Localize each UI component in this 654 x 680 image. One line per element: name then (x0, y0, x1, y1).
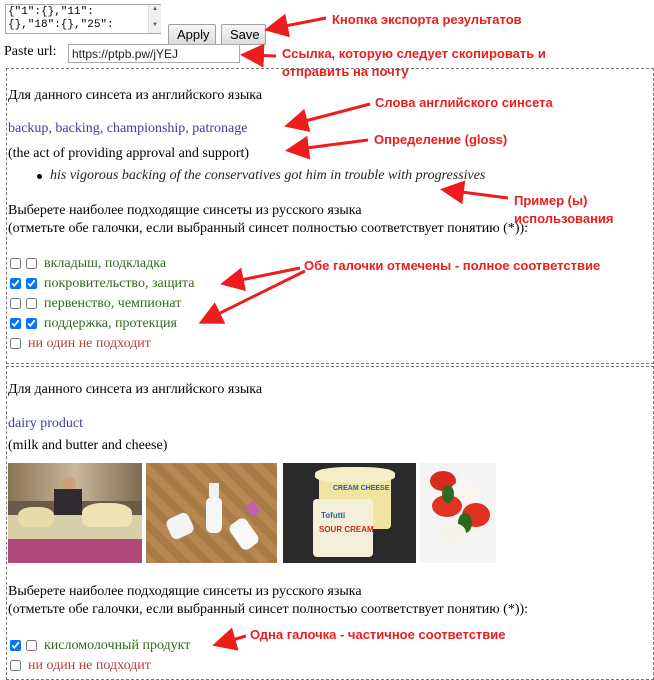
option4-check-partial[interactable] (10, 318, 21, 329)
paste-url-input[interactable] (68, 44, 240, 63)
synset1-example: his vigorous backing of the conservative… (50, 168, 486, 183)
synset2-option-1[interactable]: кисломолочный продукт (44, 638, 190, 654)
synset2-none-fits-check[interactable] (10, 660, 21, 671)
annotation-one-check: Одна галочка - частичное соответствие (250, 627, 506, 642)
synset1-intro: Для данного синсета из английского языка (8, 88, 263, 103)
save-button[interactable]: Save (221, 24, 266, 45)
photo-tofutti-containers[interactable]: CREAM CHEESE Tofutti SOUR CREAM (283, 463, 416, 563)
example-bullet (37, 174, 42, 179)
synset1-english-words: backup, backing, championship, patronage (8, 121, 248, 136)
synset1-option-2[interactable]: покровительство, защита (44, 276, 194, 292)
synset1-choose-line2: (отметьте обе галочки, если выбранный си… (8, 221, 529, 236)
annotation-export-button: Кнопка экспорта результатов (332, 12, 522, 27)
option2-check-full[interactable] (26, 278, 37, 289)
arrow-to-url (240, 43, 277, 68)
synset1-option-1[interactable]: вкладыш, подкладка (44, 256, 166, 272)
synset2-option1-check-partial[interactable] (10, 640, 21, 651)
annotation-example-line2: использования (514, 211, 614, 226)
synset1-gloss: (the act of providing approval and suppo… (8, 146, 250, 161)
none-fits-check[interactable] (10, 338, 21, 349)
option4-check-full[interactable] (26, 318, 37, 329)
option3-check-partial[interactable] (10, 298, 21, 309)
results-json-textarea[interactable] (5, 4, 161, 34)
synset2-option1-check-full[interactable] (26, 640, 37, 651)
annotation-example-line1: Пример (ы) (514, 193, 588, 208)
option1-check-partial[interactable] (10, 258, 21, 269)
synset2-choose-line1: Выберете наиболее подходящие синсеты из … (8, 584, 362, 599)
synset1-choose-line1: Выберете наиболее подходящие синсеты из … (8, 203, 362, 218)
synset2-none-option[interactable]: ни один не подходит (28, 658, 151, 674)
photo-cheese-market[interactable] (8, 463, 142, 563)
textarea-scrollbar[interactable]: ▲ ▼ (148, 5, 161, 33)
arrow-to-save (264, 13, 327, 38)
annotation-english-words: Слова английского синсета (375, 95, 553, 110)
synset1-option-4[interactable]: поддержка, протекция (44, 316, 177, 332)
option2-check-partial[interactable] (10, 278, 21, 289)
photo-milk-bottles[interactable] (146, 463, 277, 563)
synset2-choose-line2: (отметьте обе галочки, если выбранный си… (8, 602, 529, 617)
synset2-english-words: dairy product (8, 416, 84, 431)
scroll-up-icon: ▲ (152, 6, 158, 12)
paste-url-label: Paste url: (4, 44, 57, 59)
annotation-both-checks: Обе галочки отмечены - полное соответств… (304, 258, 601, 273)
option1-check-full[interactable] (26, 258, 37, 269)
cream-cheese-text: CREAM CHEESE (333, 485, 390, 492)
photo-caprese-salad[interactable] (420, 463, 496, 563)
synset1-option-3[interactable]: первенство, чемпионат (44, 296, 181, 312)
annotation-copy-link-line2: отправить на почту (282, 64, 409, 79)
tofutti-brand-text: Tofutti (321, 511, 346, 520)
synset1-none-option[interactable]: ни один не подходит (28, 336, 151, 352)
apply-button[interactable]: Apply (168, 24, 216, 45)
synset2-gloss: (milk and butter and cheese) (8, 438, 168, 453)
synset2-intro: Для данного синсета из английского языка (8, 382, 263, 397)
annotation-definition: Определение (gloss) (374, 132, 508, 147)
sour-cream-text: SOUR CREAM (319, 525, 374, 534)
option3-check-full[interactable] (26, 298, 37, 309)
annotation-copy-link-line1: Ссылка, которую следует скопировать и (282, 46, 546, 61)
scroll-down-icon: ▼ (152, 22, 158, 28)
